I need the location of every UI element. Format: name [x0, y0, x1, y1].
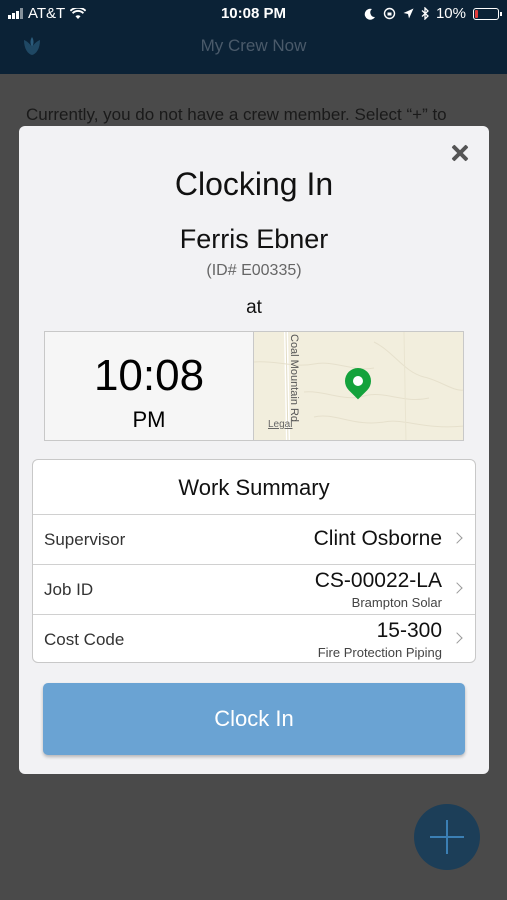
employee-id: (ID# E00335): [206, 262, 302, 279]
row-label: Supervisor: [44, 530, 126, 549]
row-value: Clint Osborne: [313, 527, 442, 550]
location-icon: [403, 8, 414, 19]
empty-crew-message: Currently, you do not have a crew member…: [26, 105, 447, 124]
clock-time: 10:08: [93, 351, 205, 400]
row-value: CS-00022-LA: [314, 569, 442, 592]
row-subtitle: Brampton Solar: [351, 595, 442, 610]
map-road-label: Coal Mountain Rd: [288, 334, 300, 423]
clocking-in-modal: Clocking In Ferris Ebner (ID# E00335) at…: [19, 126, 489, 774]
chevron-right-icon: [451, 532, 463, 544]
employee-name: Ferris Ebner: [179, 224, 329, 254]
time-location-panel: 10:08 PM Coal Mountain Rd Legal: [44, 331, 464, 441]
map-legal-link[interactable]: Legal: [268, 419, 292, 430]
row-subtitle: Fire Protection Piping: [317, 645, 442, 660]
battery-icon: [473, 7, 502, 20]
summary-row-supervisor[interactable]: Supervisor Clint Osborne: [33, 515, 475, 565]
clock-display: 10:08 PM: [45, 332, 254, 440]
summary-row-job-id[interactable]: Job ID CS-00022-LA Brampton Solar: [33, 565, 475, 615]
row-label: Job ID: [44, 580, 94, 599]
row-value: 15-300: [376, 619, 442, 642]
location-map[interactable]: Coal Mountain Rd Legal: [254, 332, 463, 440]
work-summary-card: Work Summary Supervisor Clint Osborne Jo…: [32, 459, 476, 663]
app-header: My Crew Now: [0, 28, 507, 74]
clock-in-button[interactable]: Clock In: [43, 683, 465, 755]
page-title: My Crew Now: [200, 36, 307, 55]
add-crew-button[interactable]: [414, 804, 480, 870]
status-bar: AT&T 10:08 PM 10%: [0, 0, 507, 28]
clock-ampm: PM: [132, 407, 166, 432]
close-icon[interactable]: [449, 142, 471, 164]
moon-icon: [364, 8, 375, 20]
summary-row-cost-code[interactable]: Cost Code 15-300 Fire Protection Piping: [33, 615, 475, 665]
modal-title: Clocking In: [174, 166, 334, 202]
work-summary-heading: Work Summary: [33, 460, 475, 515]
battery-percent: 10%: [435, 5, 466, 22]
chevron-right-icon: [451, 582, 463, 594]
at-label: at: [246, 297, 262, 318]
orientation-lock-icon: [383, 7, 396, 20]
bluetooth-icon: [421, 7, 429, 20]
chevron-right-icon: [451, 632, 463, 644]
row-label: Cost Code: [44, 630, 125, 649]
